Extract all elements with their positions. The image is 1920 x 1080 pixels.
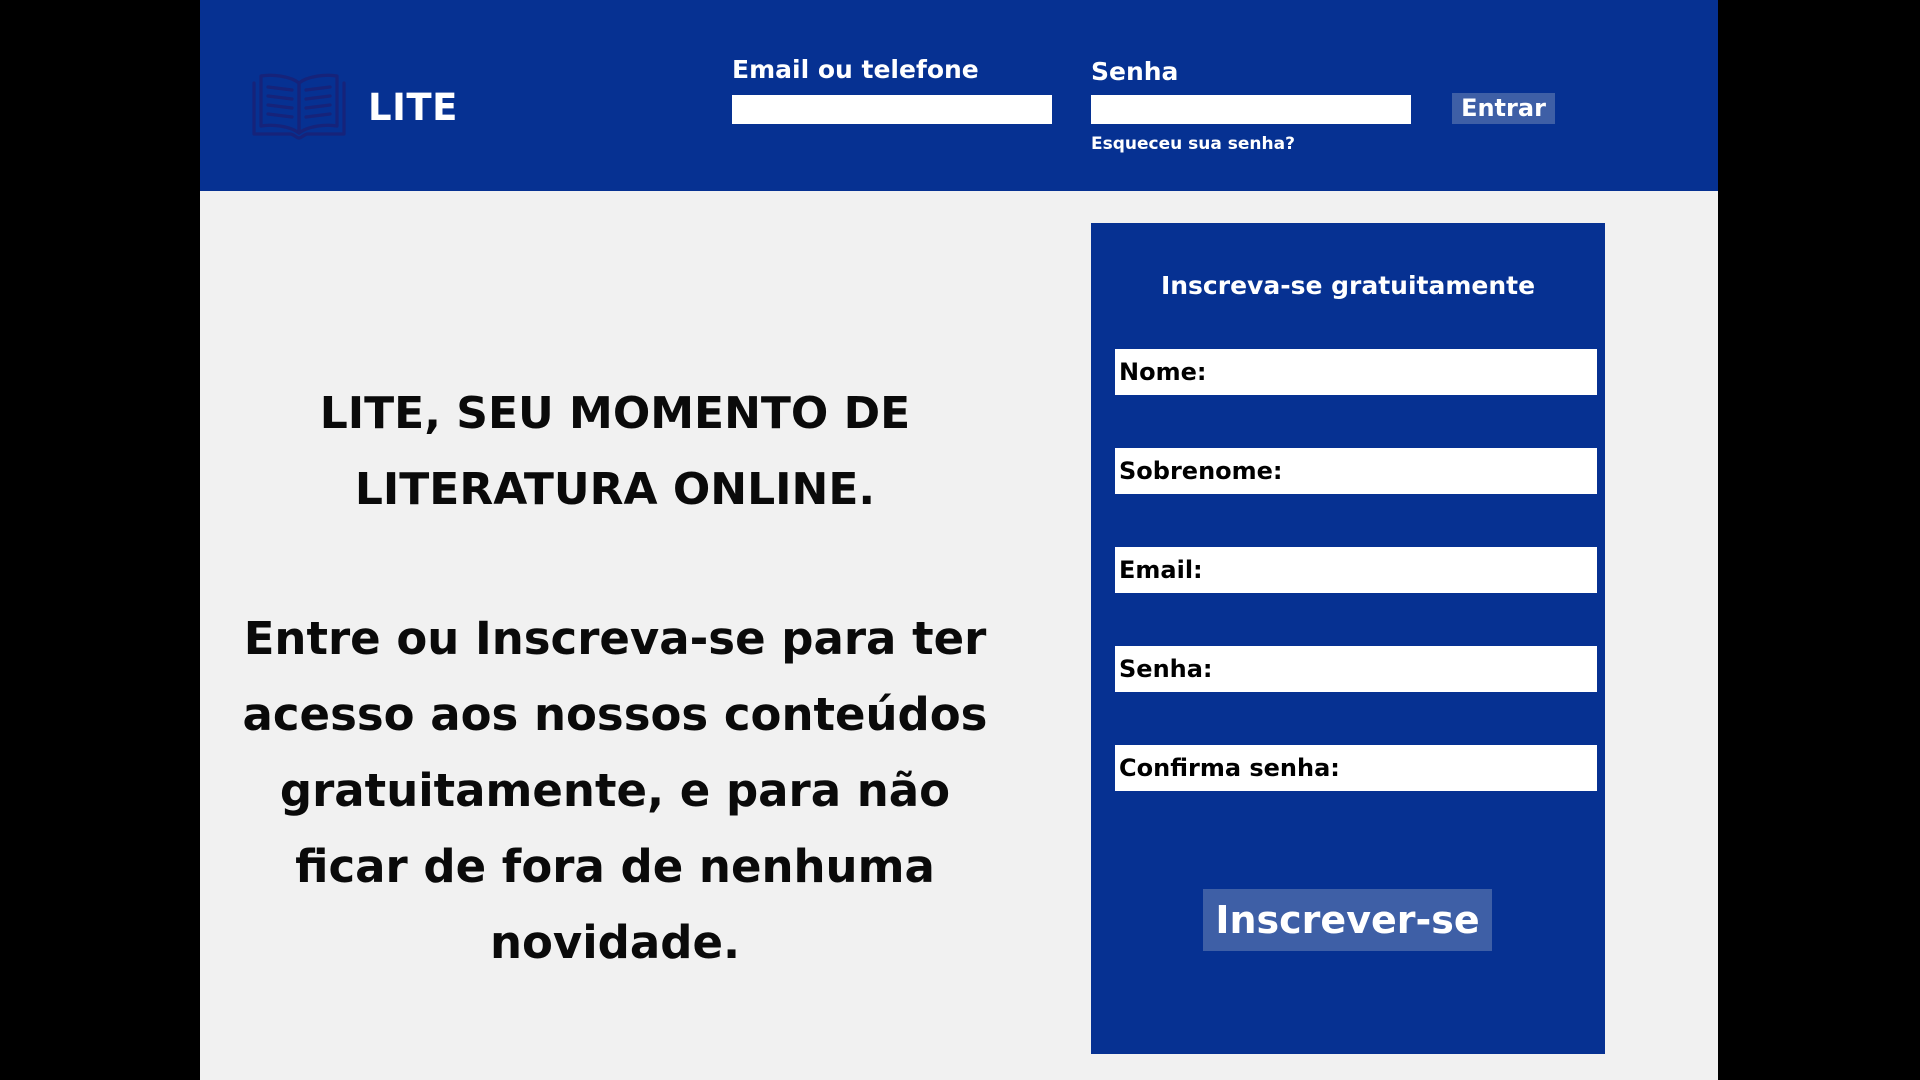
promo-line: acesso aos nossos conteúdos [242, 688, 988, 741]
first-name-field[interactable]: Nome: [1115, 349, 1597, 395]
login-button[interactable]: Entrar [1452, 93, 1555, 124]
last-name-field[interactable]: Sobrenome: [1115, 448, 1597, 494]
signup-panel: Inscreva-se gratuitamente Nome: Sobrenom… [1091, 223, 1605, 1054]
password-label: Senha [1091, 57, 1179, 86]
top-header: LITE Email ou telefone Senha Entrar Esqu… [200, 0, 1718, 191]
tagline: LITE, SEU MOMENTO DE LITERATURA ONLINE. [230, 376, 1000, 528]
tagline-line: LITE, SEU MOMENTO DE [319, 388, 911, 439]
promo-line: ficar de fora de nenhuma [295, 840, 935, 893]
promo-line: gratuitamente, e para não [279, 764, 951, 817]
email-field[interactable]: Email: [1115, 547, 1597, 593]
page-frame: LITE Email ou telefone Senha Entrar Esqu… [200, 0, 1718, 1080]
last-name-label: Sobrenome: [1119, 457, 1283, 485]
promo-line: Entre ou Inscreva-se para ter [243, 612, 987, 665]
first-name-label: Nome: [1119, 358, 1207, 386]
confirm-password-field[interactable]: Confirma senha: [1115, 745, 1597, 791]
email-phone-input[interactable] [732, 95, 1052, 124]
open-book-icon [252, 73, 346, 140]
signup-button[interactable]: Inscrever-se [1203, 889, 1492, 951]
email-label: Email: [1119, 556, 1203, 584]
password-input[interactable] [1091, 95, 1411, 124]
promo-line: novidade. [489, 916, 741, 969]
forgot-password-link[interactable]: Esqueceu sua senha? [1091, 134, 1295, 154]
confirm-password-label: Confirma senha: [1119, 754, 1340, 782]
signup-title: Inscreva-se gratuitamente [1160, 271, 1536, 300]
brand-name: LITE [368, 86, 458, 129]
signup-password-label: Senha: [1119, 655, 1213, 683]
signup-password-field[interactable]: Senha: [1115, 646, 1597, 692]
tagline-line: LITERATURA ONLINE. [354, 464, 876, 515]
promo-text: Entre ou Inscreva-se para ter acesso aos … [230, 601, 1000, 981]
email-phone-label: Email ou telefone [732, 55, 979, 84]
